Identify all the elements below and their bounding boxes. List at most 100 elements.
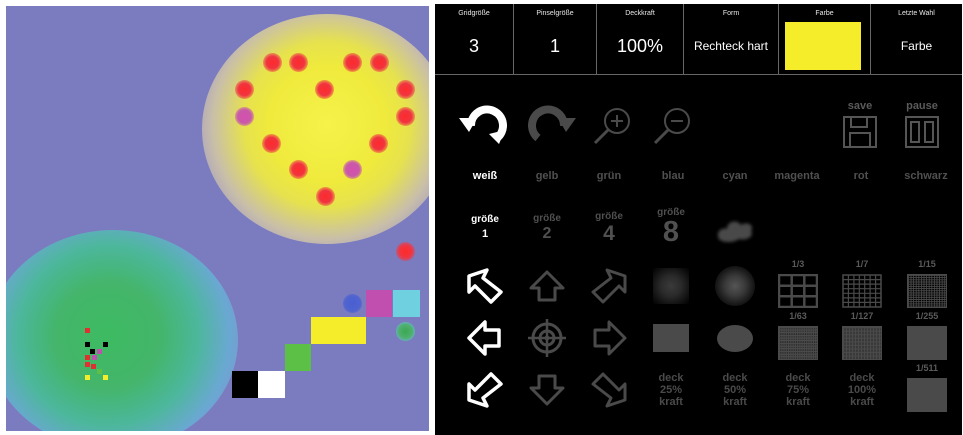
- magenta-dot: [235, 107, 254, 126]
- color-white-label: weiß: [472, 170, 498, 182]
- size-1-value: 1: [481, 228, 489, 240]
- redo-icon: [528, 105, 576, 142]
- size-2-button[interactable]: größe 2: [519, 204, 575, 250]
- status-toolbar: Gridgröße 3 Pinselgröße 1 Deckkraft 100%…: [435, 4, 962, 75]
- color-yellow-button[interactable]: gelb: [519, 167, 575, 185]
- grid-7-icon: [842, 274, 882, 308]
- color-blue-label: blau: [661, 170, 685, 182]
- color-black-button[interactable]: schwarz: [893, 167, 959, 185]
- last-choice-value: Farbe: [900, 39, 933, 53]
- opacity-100-line1: deck: [849, 372, 875, 384]
- pause-label: pause: [906, 100, 938, 112]
- grid-127-icon: [842, 326, 882, 360]
- size-4-label: größe: [595, 210, 623, 222]
- pause-icon: [905, 116, 939, 148]
- zoom-out-button[interactable]: [645, 100, 700, 150]
- grid-1-7-label: 1/7: [855, 259, 869, 269]
- red-dot: [369, 134, 388, 153]
- grid-1-255-button[interactable]: 1/255: [897, 311, 957, 363]
- opacity-75-line2: 75%: [786, 384, 810, 396]
- red-dot: [289, 160, 308, 179]
- hard-rectangle-icon: [653, 324, 689, 352]
- color-magenta-label: magenta: [774, 170, 820, 182]
- pixel-mark: [85, 355, 90, 360]
- color-magenta-button[interactable]: magenta: [767, 167, 827, 185]
- brush-soft-square-button[interactable]: [643, 262, 699, 310]
- grid-1-63-button[interactable]: 1/63: [769, 311, 827, 363]
- red-dot: [235, 80, 254, 99]
- brush-hard-rectangle-button[interactable]: [643, 314, 699, 362]
- brush-size-value: 1: [549, 36, 560, 56]
- red-dot: [396, 242, 415, 261]
- red-dot: [370, 53, 389, 72]
- grid-511-icon: [907, 378, 947, 412]
- opacity-50-button[interactable]: deck 50% kraft: [707, 366, 763, 414]
- magenta-square: [366, 290, 392, 317]
- pause-button[interactable]: pause: [897, 100, 947, 150]
- save-button[interactable]: save: [835, 100, 885, 150]
- cyan-square: [393, 290, 420, 317]
- opacity-50-line2: 50%: [723, 384, 747, 396]
- redo-button[interactable]: [520, 100, 580, 150]
- red-dot: [316, 187, 335, 206]
- brush-hard-ellipse-button[interactable]: [707, 314, 763, 362]
- grid-1-511-button[interactable]: 1/511: [897, 363, 957, 415]
- control-panel: Gridgröße 3 Pinselgröße 1 Deckkraft 100%…: [435, 4, 962, 435]
- color-blue-button[interactable]: blau: [645, 167, 701, 185]
- pixel-mark: [103, 342, 108, 347]
- arrow-down-button[interactable]: [519, 366, 575, 414]
- arrow-down-right-button[interactable]: [581, 366, 637, 414]
- arrow-up-button[interactable]: [519, 262, 575, 310]
- arrow-up-left-button[interactable]: [457, 262, 513, 310]
- arrow-left-icon: [467, 320, 501, 356]
- smudge-blob-icon: [717, 221, 753, 242]
- color-white-button[interactable]: weiß: [457, 167, 513, 185]
- grid-255-icon: [907, 326, 947, 360]
- arrow-down-left-button[interactable]: [457, 366, 513, 414]
- arrow-left-button[interactable]: [457, 314, 513, 362]
- grid-1-127-button[interactable]: 1/127: [833, 311, 891, 363]
- grid-15-icon: [907, 274, 947, 308]
- pixel-mark: [103, 375, 108, 380]
- arrow-up-right-button[interactable]: [581, 262, 637, 310]
- green-square: [285, 344, 311, 371]
- opacity-25-button[interactable]: deck 25% kraft: [643, 366, 699, 414]
- brush-soft-circle-button[interactable]: [707, 262, 763, 310]
- size-1-button[interactable]: größe 1: [457, 204, 513, 250]
- pixel-mark: [85, 342, 90, 347]
- opacity-status: Deckkraft 100%: [597, 4, 684, 74]
- opacity-25-line2: 25%: [659, 384, 683, 396]
- drawing-canvas[interactable]: [6, 6, 429, 431]
- color-status: Farbe: [779, 4, 871, 74]
- size-8-button[interactable]: größe 8: [643, 204, 699, 250]
- opacity-50-line1: deck: [722, 372, 748, 384]
- brush-size-status: Pinselgröße 1: [514, 4, 597, 74]
- green-dot: [396, 322, 415, 341]
- red-dot: [396, 107, 415, 126]
- opacity-75-button[interactable]: deck 75% kraft: [769, 366, 827, 414]
- arrow-up-icon: [529, 270, 565, 302]
- color-green-button[interactable]: grün: [581, 167, 637, 185]
- grid-1-511-label: 1/511: [915, 363, 939, 373]
- grid-1-15-button[interactable]: 1/15: [897, 259, 957, 311]
- green-glow-blob: [6, 230, 238, 431]
- magenta-dot: [343, 160, 362, 179]
- arrow-up-right-icon: [591, 268, 627, 304]
- grid-1-3-button[interactable]: 1/3: [769, 259, 827, 311]
- opacity-100-line2: 100%: [847, 384, 877, 396]
- undo-button[interactable]: [455, 100, 515, 150]
- zoom-in-button[interactable]: [585, 100, 640, 150]
- color-cyan-button[interactable]: cyan: [707, 167, 763, 185]
- arrow-right-button[interactable]: [581, 314, 637, 362]
- opacity-100-button[interactable]: deck 100% kraft: [833, 366, 891, 414]
- blur-brush-button[interactable]: [707, 209, 763, 249]
- center-target-button[interactable]: [519, 314, 575, 362]
- brush-size-label: Pinselgröße: [536, 10, 574, 17]
- pixel-mark: [90, 349, 95, 354]
- undo-icon: [459, 105, 507, 144]
- floppy-disk-icon: [843, 116, 877, 148]
- grid-1-7-button[interactable]: 1/7: [833, 259, 891, 311]
- grid-size-value: 3: [468, 36, 479, 56]
- color-red-button[interactable]: rot: [833, 167, 889, 185]
- size-4-button[interactable]: größe 4: [581, 204, 637, 250]
